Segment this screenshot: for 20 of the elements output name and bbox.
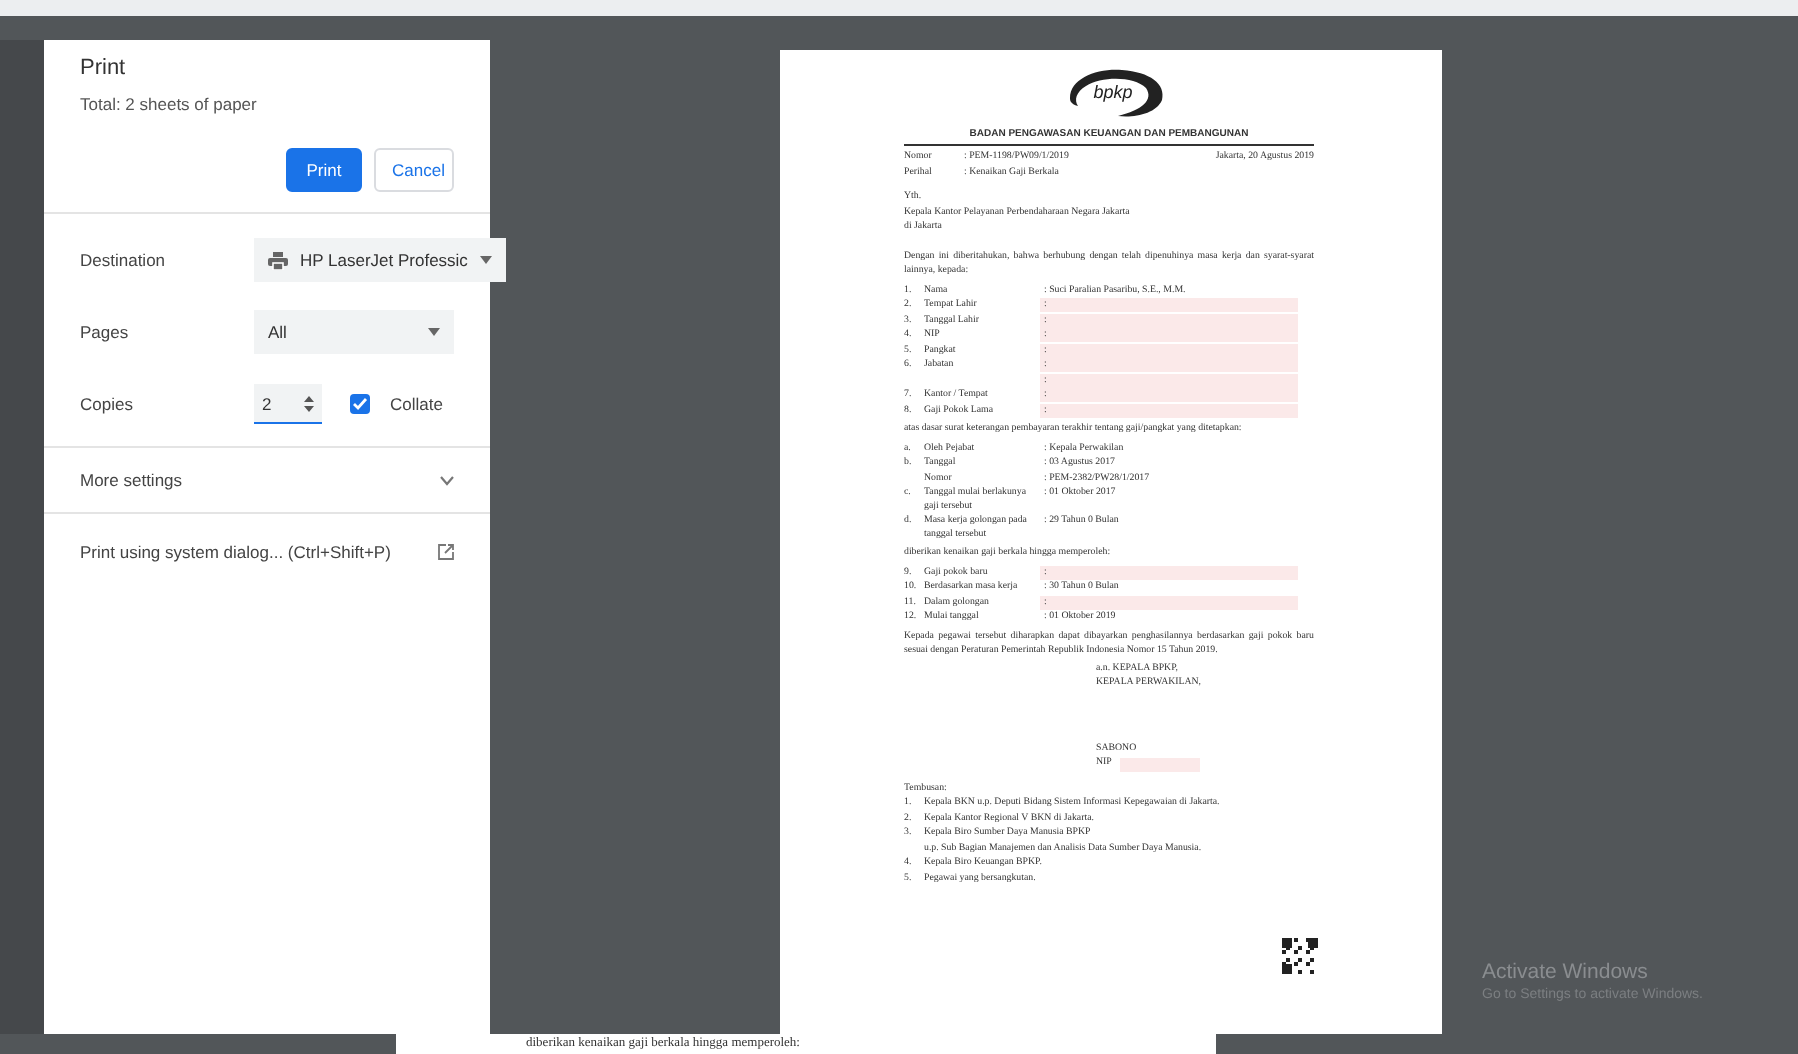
collate-label: Collate: [390, 394, 443, 414]
setting-label: Copies: [80, 394, 135, 414]
select-field[interactable]: HP LaserJet Professic: [254, 238, 506, 282]
dropdown-caret-icon: [428, 328, 440, 336]
copies-input[interactable]: 2: [254, 384, 322, 424]
select-field[interactable]: All: [254, 310, 454, 354]
external-open-icon[interactable]: [438, 544, 454, 560]
print-button[interactable]: Print: [286, 148, 362, 192]
cancel-button[interactable]: Cancel: [374, 148, 454, 192]
setting-label: Destination: [80, 250, 168, 270]
system-dialog-link[interactable]: Print using system dialog... (Ctrl+Shift+P): [80, 542, 391, 562]
qr-code-icon: [1282, 938, 1318, 974]
collate-checkbox[interactable]: [350, 394, 370, 414]
setting-label: Pages: [80, 322, 131, 342]
more-settings-toggle[interactable]: More settings: [44, 448, 490, 512]
activation-title: Activate Windows: [1482, 960, 1650, 984]
sheet-summary: Total: 2 sheets of paper: [80, 94, 259, 114]
dialog-title: Print: [80, 56, 128, 80]
spinner-icon: [304, 395, 314, 411]
dropdown-caret-icon: [479, 256, 492, 264]
